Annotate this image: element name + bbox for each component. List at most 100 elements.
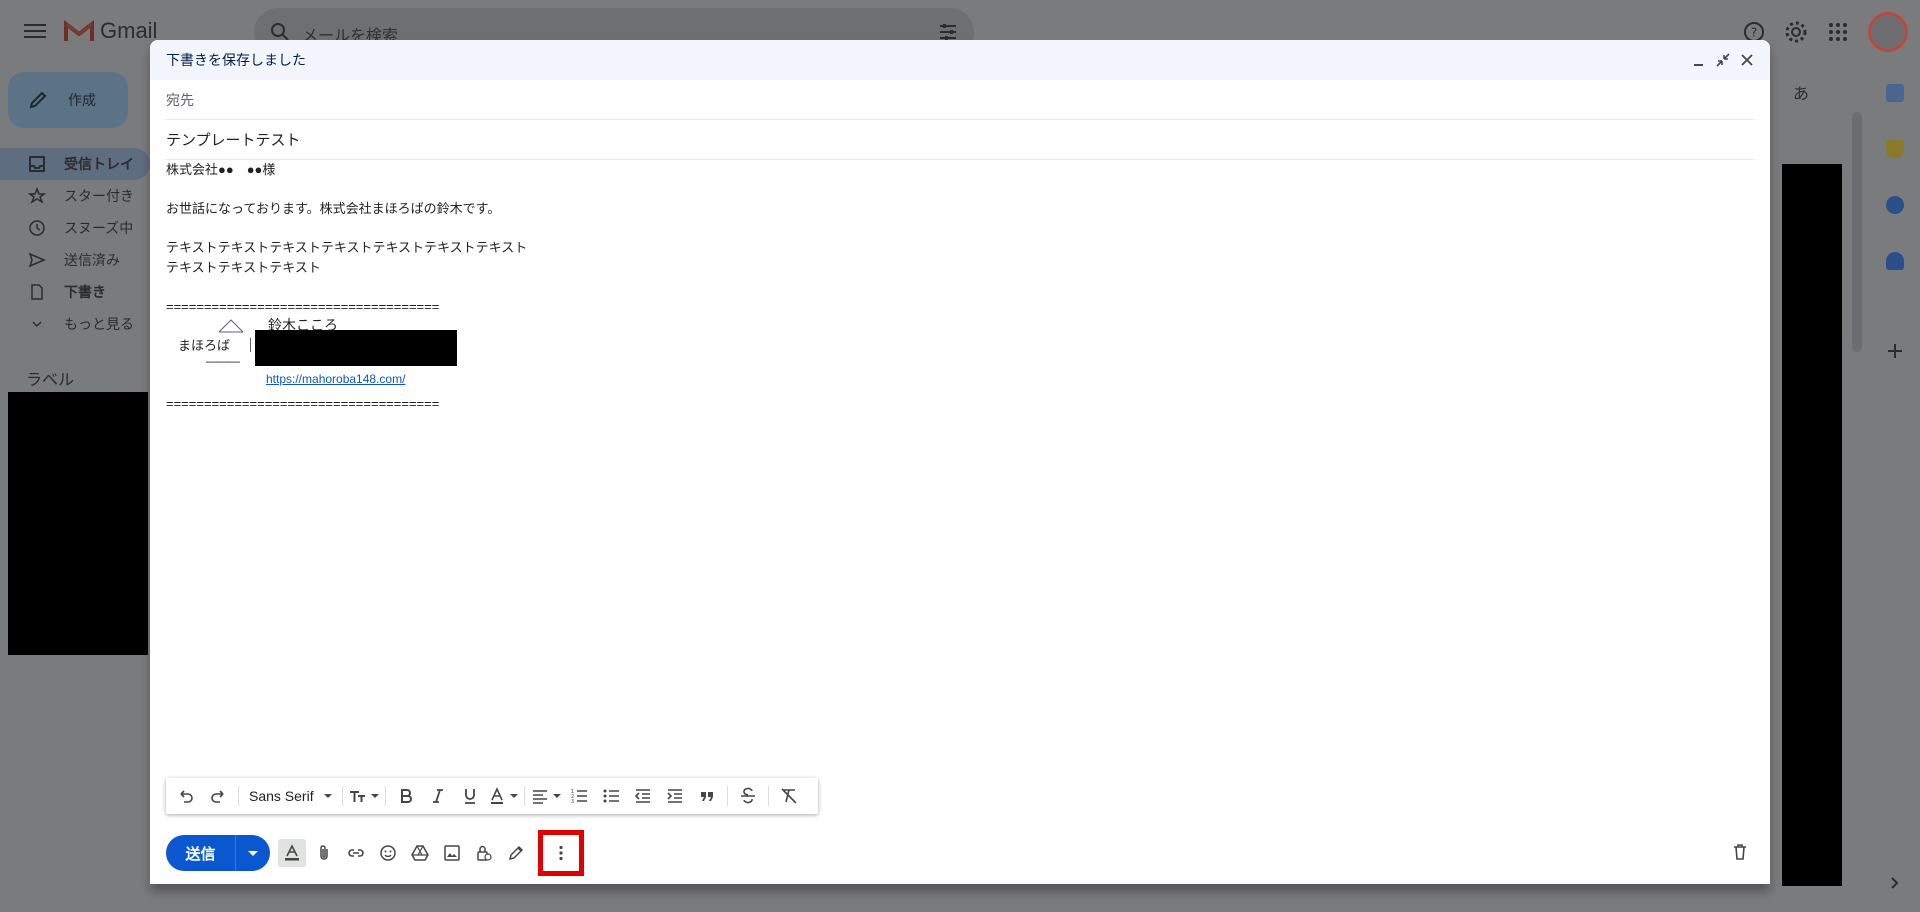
- toolbar-divider: [767, 786, 769, 806]
- bold-button[interactable]: [392, 782, 420, 810]
- align-button[interactable]: [531, 782, 561, 810]
- text-color-button[interactable]: [488, 782, 518, 810]
- strikethrough-icon: [740, 787, 755, 804]
- redo-button[interactable]: [204, 782, 232, 810]
- subject-field[interactable]: テンプレートテスト: [166, 120, 1754, 160]
- sidebar-item-label: もっと見る: [64, 316, 134, 332]
- insert-photo-button[interactable]: [438, 839, 466, 867]
- paperclip-icon: [320, 845, 328, 860]
- subject-input[interactable]: テンプレートテスト: [166, 129, 301, 150]
- chevron-down-icon: [32, 321, 42, 328]
- toolbar-divider: [341, 786, 343, 806]
- sidebar-item-starred[interactable]: スター付き: [0, 180, 150, 212]
- exit-fullscreen-icon[interactable]: [1716, 53, 1730, 67]
- italic-button[interactable]: [424, 782, 452, 810]
- side-panel: [1868, 64, 1920, 912]
- settings-icon[interactable]: [1784, 20, 1808, 44]
- contacts-icon[interactable]: [1886, 252, 1904, 270]
- body-line: [166, 180, 1746, 200]
- more-options-button[interactable]: [547, 839, 575, 867]
- account-avatar[interactable]: [1868, 12, 1908, 52]
- insert-link-button[interactable]: [342, 839, 370, 867]
- sidebar-item-snoozed[interactable]: スヌーズ中: [0, 212, 150, 244]
- attach-file-button[interactable]: [310, 839, 338, 867]
- more-options-highlight: [538, 830, 584, 876]
- search-options-icon[interactable]: [938, 22, 958, 42]
- remove-formatting-button[interactable]: [775, 782, 803, 810]
- indent-less-button[interactable]: [629, 782, 657, 810]
- formatting-options-button[interactable]: [278, 839, 306, 867]
- tasks-icon[interactable]: [1886, 196, 1904, 214]
- close-icon[interactable]: [1740, 53, 1754, 67]
- pencil-icon: [29, 91, 47, 109]
- ime-indicator[interactable]: あ: [1793, 80, 1809, 104]
- sidebar-item-drafts[interactable]: 下書き: [0, 276, 150, 308]
- sidebar-item-label: スヌーズ中: [64, 220, 134, 236]
- send-options-button[interactable]: [236, 835, 270, 871]
- insert-signature-button[interactable]: [502, 839, 530, 867]
- keep-icon[interactable]: [1886, 140, 1904, 158]
- apps-grid-icon[interactable]: [1826, 20, 1850, 44]
- font-family-select[interactable]: Sans Serif: [245, 782, 336, 810]
- gmail-logo[interactable]: Gmail: [64, 18, 157, 44]
- discard-draft-icon[interactable]: [1730, 842, 1750, 862]
- body-line: 株式会社●● ●●様: [166, 162, 276, 177]
- sidebar-item-more[interactable]: もっと見る: [0, 308, 150, 340]
- sidebar-item-inbox[interactable]: 受信トレイ: [0, 148, 150, 180]
- caret-down-icon: [248, 850, 258, 856]
- body-line: ====================================: [166, 298, 440, 314]
- text-size-icon: [349, 791, 365, 802]
- signature-link[interactable]: https://mahoroba148.com/: [266, 370, 405, 390]
- compose-button[interactable]: 作成: [8, 72, 128, 128]
- search-icon[interactable]: [270, 22, 290, 42]
- send-button[interactable]: 送信: [166, 835, 236, 871]
- undo-button[interactable]: [172, 782, 200, 810]
- caret-down-icon: [323, 794, 332, 798]
- more-vert-icon: [559, 845, 563, 861]
- clock-icon: [29, 220, 45, 236]
- toolbar-divider: [726, 786, 728, 806]
- sidebar-item-sent[interactable]: 送信済み: [0, 244, 150, 276]
- message-body[interactable]: 株式会社●● ●●様 お世話になっております。株式会社まほろばの鈴木です。 テキ…: [166, 160, 1746, 414]
- insert-emoji-button[interactable]: [374, 839, 402, 867]
- body-line: テキストテキストテキスト: [166, 259, 321, 275]
- text-color-icon: [490, 787, 503, 804]
- indent-more-button[interactable]: [661, 782, 689, 810]
- underline-button[interactable]: [456, 782, 484, 810]
- chevron-right-icon[interactable]: [1886, 874, 1904, 892]
- insert-drive-button[interactable]: [406, 839, 434, 867]
- calendar-icon[interactable]: [1886, 84, 1904, 102]
- main-menu-icon[interactable]: [24, 20, 46, 44]
- numbered-list-button[interactable]: 123: [565, 782, 593, 810]
- toolbar-divider: [523, 786, 525, 806]
- toolbar-divider: [238, 786, 239, 806]
- compose-header: 下書きを保存しました: [150, 40, 1770, 80]
- redacted-area: [1782, 164, 1842, 886]
- body-line: [166, 219, 1746, 239]
- redacted-area: [8, 392, 148, 655]
- strikethrough-button[interactable]: [734, 782, 762, 810]
- compose-title: 下書きを保存しました: [166, 52, 306, 68]
- emoji-icon: [380, 845, 396, 861]
- closing-rule: ====================================: [166, 396, 440, 411]
- drive-icon: [411, 845, 429, 861]
- scrollbar[interactable]: [1852, 112, 1862, 352]
- sidebar-item-label: スター付き: [64, 188, 134, 204]
- body-line: お世話になっております。株式会社まほろばの鈴木です。: [166, 201, 501, 216]
- caret-down-icon: [552, 794, 561, 798]
- clear-formatting-icon: [781, 788, 797, 804]
- star-icon: [28, 187, 46, 204]
- italic-icon: [432, 789, 443, 803]
- quote-button[interactable]: [693, 782, 721, 810]
- minimize-icon[interactable]: [1692, 53, 1706, 67]
- formatting-toolbar: Sans Serif 123: [166, 778, 818, 814]
- recipients-field[interactable]: 宛先: [166, 80, 1754, 120]
- underline-icon: [464, 789, 475, 804]
- add-icon[interactable]: [1886, 342, 1904, 360]
- gmail-wordmark: Gmail: [100, 18, 158, 43]
- undo-icon: [180, 790, 193, 803]
- confidential-mode-button[interactable]: [470, 839, 498, 867]
- bulleted-list-button[interactable]: [597, 782, 625, 810]
- font-size-button[interactable]: [349, 782, 379, 810]
- inbox-icon: [29, 156, 45, 172]
